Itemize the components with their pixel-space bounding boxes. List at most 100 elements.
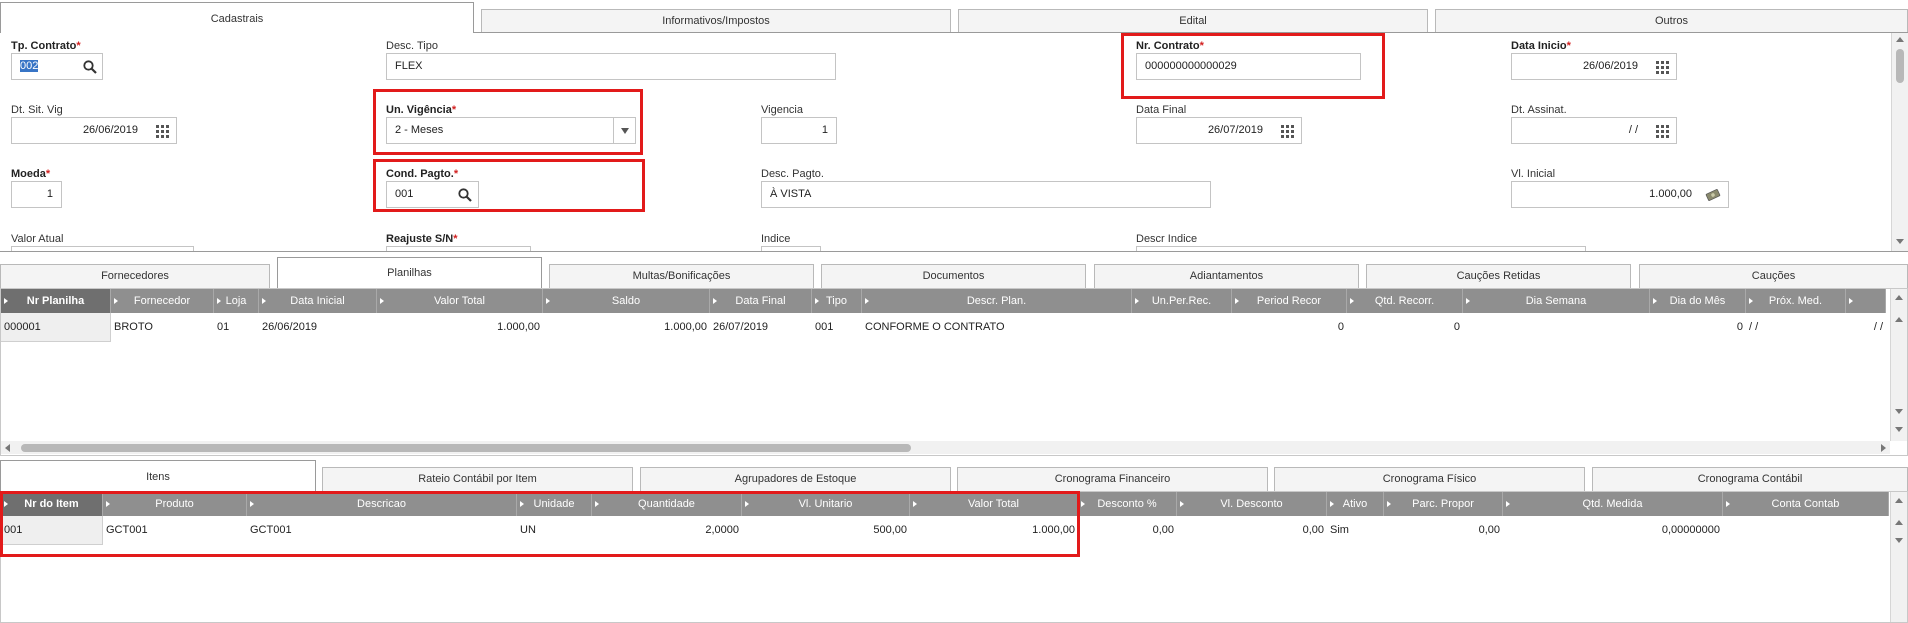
calendar-icon[interactable]	[1655, 59, 1671, 75]
tab-outros[interactable]: Outros	[1435, 9, 1908, 33]
money-icon[interactable]	[1705, 187, 1721, 203]
tp-contrato-value: 002	[20, 60, 39, 72]
col-quantidade[interactable]: Quantidade	[592, 492, 742, 516]
tab-caucoes[interactable]: Cauções	[1639, 264, 1908, 288]
tab-adiantamentos[interactable]: Adiantamentos	[1094, 264, 1359, 288]
col-extra[interactable]	[1846, 289, 1886, 313]
calendar-icon[interactable]	[155, 123, 171, 139]
tab-rateio-contabil[interactable]: Rateio Contábil por Item	[322, 467, 633, 491]
desc-pagto-field[interactable]: À VISTA	[761, 181, 1211, 208]
scroll-down-icon[interactable]	[1896, 239, 1904, 244]
tab-planilhas[interactable]: Planilhas	[277, 257, 542, 288]
col-ativo[interactable]: Ativo	[1327, 492, 1384, 516]
cond-pagto-field[interactable]: 001	[386, 181, 479, 208]
col-qtd-recorr[interactable]: Qtd. Recorr.	[1347, 289, 1463, 313]
col-produto[interactable]: Produto	[103, 492, 247, 516]
tab-informativos-impostos[interactable]: Informativos/Impostos	[481, 9, 951, 33]
col-dia-do-mes[interactable]: Dia do Mês	[1650, 289, 1746, 313]
tab-fornecedores[interactable]: Fornecedores	[0, 264, 270, 288]
col-nr-planilha[interactable]: Nr Planilha	[1, 289, 111, 313]
col-qtd-medida[interactable]: Qtd. Medida	[1503, 492, 1723, 516]
col-dia-semana[interactable]: Dia Semana	[1463, 289, 1650, 313]
cell-loja: 01	[217, 321, 230, 333]
col-un-per-rec[interactable]: Un.Per.Rec.	[1132, 289, 1232, 313]
un-vigencia-label: Un. Vigência*	[386, 104, 457, 116]
tab-cronograma-financeiro[interactable]: Cronograma Financeiro	[957, 467, 1268, 491]
search-icon[interactable]	[82, 59, 98, 75]
un-vigencia-value: 2 - Meses	[395, 124, 444, 136]
scroll-down-icon[interactable]	[1895, 538, 1903, 543]
scroll-up-icon[interactable]	[1896, 37, 1904, 42]
col-vl-unitario[interactable]: Vl. Unitario	[742, 492, 910, 516]
scroll-left-icon[interactable]	[5, 444, 10, 452]
search-icon[interactable]	[457, 187, 473, 203]
nr-contrato-field[interactable]: 000000000000029	[1136, 53, 1361, 80]
table-row[interactable]: 000001 BROTO 01 26/06/2019 1.000,00 1.00…	[1, 313, 1886, 342]
scroll-bottom-icon[interactable]	[1895, 427, 1903, 432]
un-vigencia-select[interactable]: 2 - Meses	[386, 117, 636, 144]
indice-label: Indice	[761, 233, 791, 245]
tab-cadastrais[interactable]: Cadastrais	[0, 2, 474, 33]
itens-vscroll[interactable]	[1890, 492, 1907, 622]
planilhas-grid: Nr Planilha Fornecedor Loja Data Inicial…	[0, 288, 1908, 456]
col-prox-med[interactable]: Próx. Med.	[1746, 289, 1846, 313]
scroll-top-icon[interactable]	[1895, 295, 1903, 300]
data-final-field[interactable]: 26/07/2019	[1136, 117, 1302, 144]
tab-edital[interactable]: Edital	[958, 9, 1428, 33]
vl-inicial-label: Vl. Inicial	[1511, 168, 1556, 180]
tab-agrupadores-estoque[interactable]: Agrupadores de Estoque	[640, 467, 951, 491]
vl-inicial-field[interactable]: 1.000,00	[1511, 181, 1729, 208]
chevron-down-icon[interactable]	[613, 118, 635, 143]
col-data-final[interactable]: Data Final	[710, 289, 812, 313]
form-scrollbar[interactable]	[1891, 33, 1908, 251]
col-vl-desconto[interactable]: Vl. Desconto	[1177, 492, 1327, 516]
cell-qtd-medida: 0,00000000	[1661, 524, 1720, 536]
tab-cronograma-fisico[interactable]: Cronograma Físico	[1274, 467, 1585, 491]
scroll-up-icon[interactable]	[1895, 317, 1903, 322]
col-fornecedor[interactable]: Fornecedor	[111, 289, 214, 313]
tab-cronograma-contabil[interactable]: Cronograma Contábil	[1592, 467, 1908, 491]
cell-dia-do-mes: 0	[1736, 321, 1743, 333]
cell-period-recor: 0	[1337, 321, 1344, 333]
calendar-icon[interactable]	[1280, 123, 1296, 139]
tab-caucoes-retidas[interactable]: Cauções Retidas	[1366, 264, 1631, 288]
dt-sit-vig-field[interactable]: 26/06/2019	[11, 117, 177, 144]
desc-tipo-label: Desc. Tipo	[386, 40, 438, 52]
itens-header: Nr do Item Produto Descricao Unidade Qua…	[1, 492, 1889, 516]
col-saldo[interactable]: Saldo	[543, 289, 710, 313]
col-tipo[interactable]: Tipo	[812, 289, 862, 313]
col-descricao[interactable]: Descricao	[247, 492, 517, 516]
scroll-top-icon[interactable]	[1895, 498, 1903, 503]
desc-tipo-field[interactable]: FLEX	[386, 53, 836, 80]
horizontal-scroll-thumb[interactable]	[21, 444, 911, 452]
col-parc-propor[interactable]: Parc. Propor	[1384, 492, 1503, 516]
scroll-right-icon[interactable]	[1881, 444, 1886, 452]
cell-data-final: 26/07/2019	[713, 321, 769, 333]
data-final-value: 26/07/2019	[1207, 124, 1263, 136]
tab-multas-bonificacoes[interactable]: Multas/Bonificações	[549, 264, 814, 288]
col-desconto-pct[interactable]: Desconto %	[1078, 492, 1177, 516]
planilhas-hscroll[interactable]	[1, 441, 1890, 454]
col-nr-do-item[interactable]: Nr do Item	[1, 492, 103, 516]
col-data-inicial[interactable]: Data Inicial	[259, 289, 377, 313]
scroll-down-icon[interactable]	[1895, 409, 1903, 414]
moeda-field[interactable]: 1	[11, 181, 62, 208]
col-valor-total[interactable]: Valor Total	[377, 289, 543, 313]
table-row[interactable]: 001 GCT001 GCT001 UN 2,0000 500,00 1.000…	[1, 516, 1889, 545]
planilhas-vscroll[interactable]	[1890, 289, 1907, 441]
vigencia-field[interactable]: 1	[761, 117, 837, 144]
scroll-up-icon[interactable]	[1895, 520, 1903, 525]
tab-itens[interactable]: Itens	[0, 460, 316, 491]
tab-documentos[interactable]: Documentos	[821, 264, 1086, 288]
col-period-recor[interactable]: Period Recor	[1232, 289, 1347, 313]
tp-contrato-field[interactable]: 002	[11, 53, 103, 80]
col-conta-contab[interactable]: Conta Contab	[1723, 492, 1889, 516]
col-unidade[interactable]: Unidade	[517, 492, 592, 516]
dt-assinat-field[interactable]: / /	[1511, 117, 1677, 144]
data-inicio-field[interactable]: 26/06/2019	[1511, 53, 1677, 80]
scroll-thumb[interactable]	[1896, 49, 1904, 83]
col-valor-total[interactable]: Valor Total	[910, 492, 1078, 516]
col-descr-plan[interactable]: Descr. Plan.	[862, 289, 1132, 313]
col-loja[interactable]: Loja	[214, 289, 259, 313]
calendar-icon[interactable]	[1655, 123, 1671, 139]
